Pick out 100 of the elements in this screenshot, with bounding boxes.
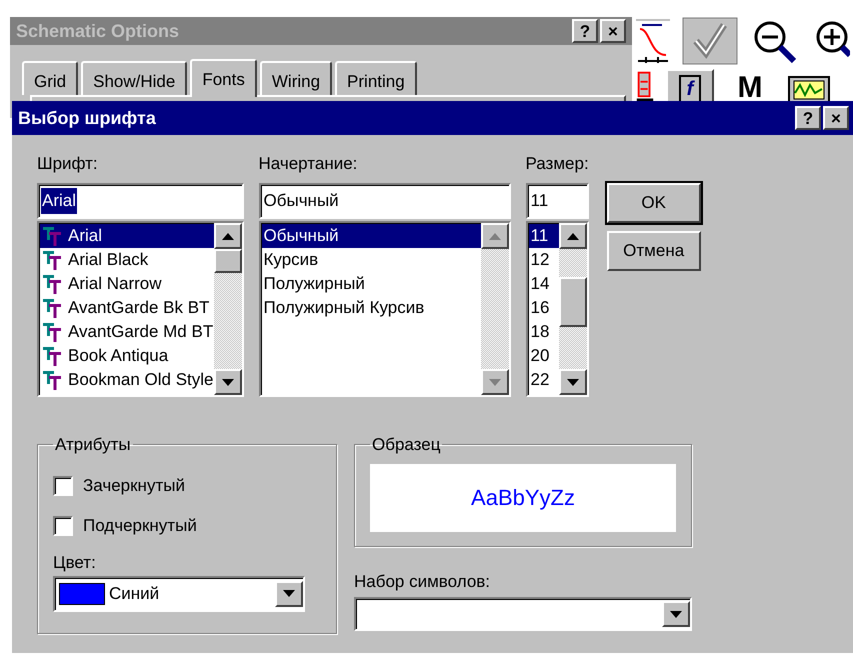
scroll-down-button[interactable]: [558, 369, 587, 395]
list-item-label: 16: [530, 297, 550, 320]
list-item-label: Arial: [68, 225, 102, 248]
list-item-label: AvantGarde Md BT: [68, 321, 214, 344]
title-bar-button[interactable]: ×: [823, 106, 849, 130]
tab[interactable]: Grid: [22, 61, 78, 95]
up-arrow-icon: [222, 232, 234, 240]
function-label: f: [678, 74, 702, 101]
down-arrow-icon: [222, 378, 234, 386]
list-item[interactable]: 18: [528, 320, 559, 344]
down-arrow-icon: [670, 610, 682, 618]
down-arrow-icon: [283, 590, 295, 597]
truetype-icon: [42, 321, 62, 343]
scroll-down-button[interactable]: [662, 601, 690, 627]
list-item[interactable]: Arial: [40, 224, 214, 248]
list-item-label: 22: [530, 369, 550, 392]
list-item[interactable]: Обычный: [262, 224, 481, 248]
checkbox[interactable]: [53, 516, 73, 536]
list-item-label: Обычный: [264, 225, 339, 248]
list-item[interactable]: 11: [528, 224, 559, 248]
tab[interactable]: Wiring: [260, 61, 332, 95]
color-dropdown[interactable]: Синий: [53, 576, 305, 612]
group-title: Атрибуты: [54, 434, 132, 456]
list-item-label: Bookman Old Style: [68, 369, 214, 392]
truetype-icon: [42, 273, 62, 295]
list-item[interactable]: 12: [528, 248, 559, 272]
button[interactable]: Отмена: [606, 231, 701, 271]
window-title: Schematic Options: [16, 20, 180, 43]
list-item-label: Полужирный: [264, 273, 365, 296]
tab[interactable]: Fonts: [190, 59, 257, 97]
dialog-title: Выбор шрифта: [18, 106, 157, 130]
input-value: Обычный: [262, 190, 340, 212]
input-value: 11: [530, 190, 550, 212]
function-button[interactable]: f: [666, 69, 714, 101]
field-label: Шрифт:: [37, 153, 99, 175]
list-item[interactable]: AvantGarde Bk BT: [40, 296, 214, 320]
scroll-down-button[interactable]: [480, 369, 509, 395]
title-bar-button[interactable]: ×: [600, 19, 626, 43]
button[interactable]: OK: [606, 183, 701, 223]
scroll-up-button[interactable]: [558, 223, 587, 249]
group-title: Образец: [371, 434, 442, 456]
tab[interactable]: Show/Hide: [81, 61, 188, 95]
list-box[interactable]: 11 12 14 16 18 20 22: [526, 221, 589, 397]
list-item-label: 12: [530, 249, 550, 272]
down-arrow-icon: [488, 378, 501, 386]
list-item-label: Arial Narrow: [68, 273, 162, 296]
list-item-label: 11: [530, 225, 548, 248]
up-arrow-icon: [488, 232, 501, 240]
down-arrow-icon: [566, 378, 579, 386]
list-item-label: Book Antiqua: [68, 345, 168, 368]
input-field[interactable]: Обычный: [258, 183, 511, 219]
title-bar-button[interactable]: ?: [572, 19, 598, 43]
scroll-up-button[interactable]: [480, 223, 509, 249]
list-item-label: Arial Black: [68, 249, 148, 272]
truetype-icon: [42, 249, 62, 271]
list-item-label: Курсив: [264, 249, 318, 272]
list-item[interactable]: 22: [528, 368, 559, 392]
list-item[interactable]: 14: [528, 272, 559, 296]
waveform-icon: [636, 17, 670, 65]
scroll-up-button[interactable]: [214, 223, 242, 249]
scroll-thumb[interactable]: [214, 249, 242, 273]
tab[interactable]: Printing: [335, 61, 417, 95]
charset-dropdown[interactable]: [354, 597, 692, 631]
list-item-label: 14: [530, 273, 550, 296]
input-field[interactable]: Arial: [37, 183, 244, 219]
list-item[interactable]: 20: [528, 344, 559, 368]
list-item-label: 18: [530, 321, 550, 344]
title-bar-button[interactable]: ?: [795, 106, 821, 130]
list-item-label: AvantGarde Bk BT: [68, 297, 210, 320]
truetype-icon: [42, 345, 62, 367]
list-item[interactable]: Book Antiqua: [40, 344, 214, 368]
list-item[interactable]: AvantGarde Md BT: [40, 320, 214, 344]
list-box[interactable]: Arial Arial Black Arial Narrow AvantGarde Bk BT AvantGarde Md BT Book Antiqua Bookman Old Style: [37, 221, 244, 397]
list-item[interactable]: Bookman Old Style: [40, 368, 214, 392]
scroll-down-button[interactable]: [275, 580, 303, 606]
truetype-icon: [42, 369, 62, 391]
field-label: Цвет:: [53, 552, 97, 574]
scroll-down-button[interactable]: [214, 369, 242, 395]
list-item[interactable]: Полужирный: [262, 272, 481, 296]
sample-text: AaBbYyZz: [471, 484, 575, 512]
dropdown-value: Синий: [109, 582, 160, 605]
field-label: Набор символов:: [354, 571, 492, 593]
scroll-thumb[interactable]: [558, 277, 587, 327]
list-item[interactable]: Arial Narrow: [40, 272, 214, 296]
checkmark-icon: [682, 17, 738, 65]
truetype-icon: [42, 225, 62, 247]
list-item[interactable]: Полужирный Курсив: [262, 296, 481, 320]
up-arrow-icon: [566, 232, 579, 240]
checkbox-label: Зачеркнутый: [83, 474, 185, 497]
list-item[interactable]: Arial Black: [40, 248, 214, 272]
input-field[interactable]: 11: [526, 183, 589, 219]
truetype-icon: [42, 297, 62, 319]
input-value: Arial: [41, 188, 78, 214]
checkbox-label: Подчеркнутый: [83, 514, 197, 537]
list-item[interactable]: 16: [528, 296, 559, 320]
chip-icon: [636, 69, 654, 101]
list-item[interactable]: Курсив: [262, 248, 481, 272]
list-item-label: Полужирный Курсив: [264, 297, 424, 320]
checkbox[interactable]: [53, 476, 73, 496]
list-box[interactable]: Обычный Курсив Полужирный Полужирный Курсив: [258, 221, 511, 397]
